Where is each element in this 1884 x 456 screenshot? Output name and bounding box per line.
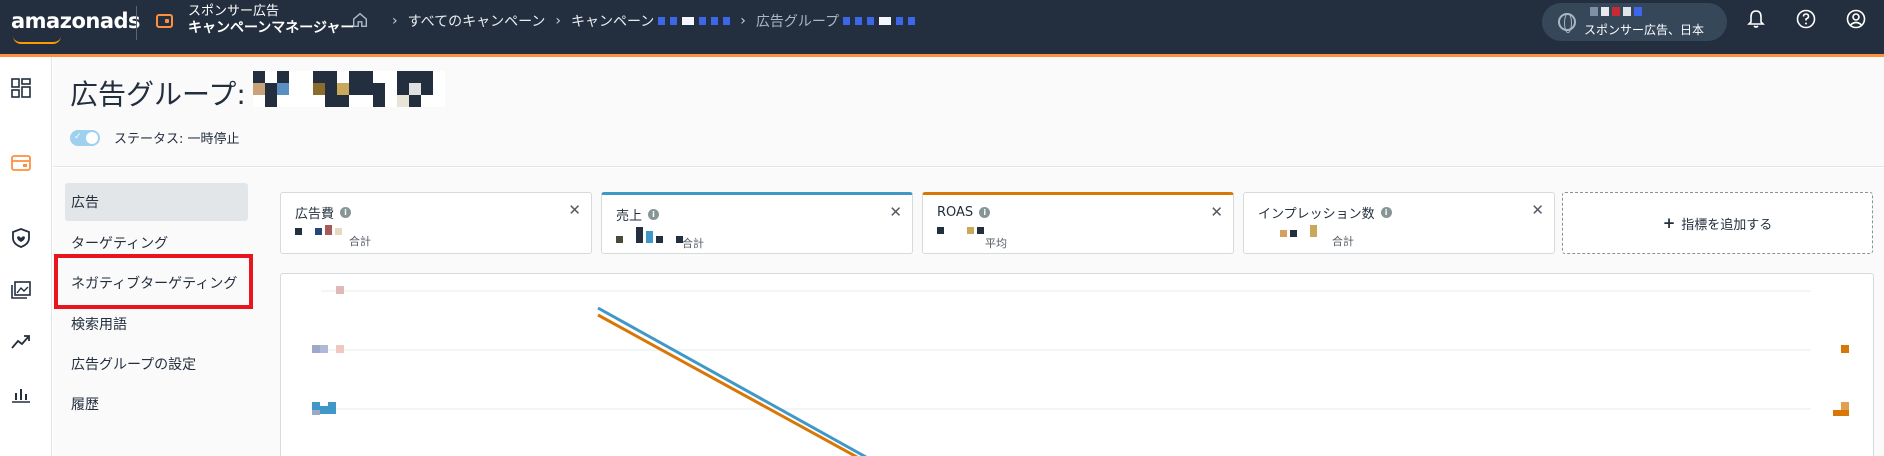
sales-series-line bbox=[597, 306, 867, 456]
amazon-ads-logo[interactable]: amazonads bbox=[11, 9, 141, 33]
check-icon: ✓ bbox=[74, 131, 82, 142]
redacted-y-tick bbox=[320, 345, 328, 353]
close-icon[interactable]: ✕ bbox=[1210, 203, 1223, 221]
top-navigation-bar: amazonads スポンサー広告 キャンペーンマネージャー › すべてのキャン… bbox=[0, 0, 1884, 54]
account-label: スポンサー広告、日本 bbox=[1584, 23, 1705, 37]
campaign-manager-icon bbox=[156, 14, 173, 28]
metric-card-impressions[interactable]: インプレッション数 i ✕ 合計 bbox=[1243, 192, 1555, 254]
subnav-item-ads[interactable]: 広告 bbox=[65, 183, 248, 221]
add-metric-button[interactable]: + 指標を追加する bbox=[1562, 192, 1873, 254]
redacted-ad-group-name bbox=[843, 17, 916, 25]
close-icon[interactable]: ✕ bbox=[1531, 201, 1544, 219]
info-icon[interactable]: i bbox=[979, 207, 991, 218]
logo-smile bbox=[13, 36, 61, 44]
info-icon[interactable]: i bbox=[1380, 207, 1392, 218]
redacted-y-tick bbox=[312, 345, 320, 353]
ad-group-subnav: 広告 ターゲティング ネガティブターゲティング 検索用語 広告グループの設定 履… bbox=[53, 168, 263, 456]
subnav-item-ad-group-settings[interactable]: 広告グループの設定 bbox=[65, 345, 248, 383]
metric-name: 広告費 i bbox=[295, 203, 352, 222]
breadcrumb-separator: › bbox=[392, 13, 398, 29]
info-icon[interactable]: i bbox=[648, 209, 660, 220]
breadcrumb-ad-group: 広告グループ bbox=[755, 14, 840, 30]
page-title: 広告グループ: bbox=[70, 78, 246, 111]
redacted-metric-value bbox=[616, 227, 683, 243]
breadcrumb-all-campaigns[interactable]: すべてのキャンペーン bbox=[408, 11, 546, 31]
topbar-divider bbox=[136, 6, 137, 40]
metric-card-ad-spend[interactable]: 広告費 i ✕ 合計 bbox=[280, 192, 592, 254]
metric-label: インプレッション数 bbox=[1258, 207, 1375, 222]
redacted-y-tick bbox=[336, 345, 344, 353]
add-metric-label: 指標を追加する bbox=[1681, 217, 1773, 233]
metric-label: 広告費 bbox=[295, 207, 335, 222]
redacted-y-tick bbox=[312, 410, 320, 415]
metric-card-roas[interactable]: ROAS i ✕ 平均 bbox=[922, 192, 1234, 254]
redacted-y2-tick bbox=[1841, 345, 1849, 353]
globe-icon bbox=[1558, 13, 1576, 33]
info-icon[interactable]: i bbox=[340, 207, 352, 218]
metric-aggregate: 合計 bbox=[349, 235, 371, 248]
breadcrumb-separator: › bbox=[740, 13, 746, 29]
metric-label: 売上 bbox=[616, 209, 643, 224]
dashboard-icon[interactable] bbox=[10, 77, 32, 99]
redacted-metric-value bbox=[1280, 225, 1317, 237]
status-label: ステータス: 一時停止 bbox=[114, 132, 240, 147]
breadcrumb-separator: › bbox=[555, 13, 561, 29]
campaign-icon[interactable] bbox=[10, 152, 32, 174]
bell-icon[interactable] bbox=[1745, 8, 1767, 30]
metric-name: 売上 i bbox=[616, 205, 660, 224]
redacted-y-tick bbox=[320, 406, 328, 414]
home-icon[interactable] bbox=[351, 11, 369, 29]
product-name-line1: スポンサー広告 bbox=[188, 4, 280, 19]
help-icon[interactable] bbox=[1795, 8, 1817, 30]
media-icon[interactable] bbox=[10, 279, 32, 301]
redacted-y-tick bbox=[328, 402, 336, 414]
page-header: 広告グループ: ✓ ステータス: 一時停止 bbox=[53, 57, 1884, 167]
metric-aggregate: 合計 bbox=[1332, 235, 1354, 248]
metric-name: インプレッション数 i bbox=[1258, 203, 1392, 222]
brand-shield-icon[interactable] bbox=[10, 227, 32, 249]
redacted-metric-value bbox=[937, 227, 984, 234]
plus-icon: + bbox=[1662, 214, 1676, 232]
bar-chart-icon[interactable] bbox=[10, 383, 32, 405]
metric-label: ROAS bbox=[937, 205, 974, 220]
subnav-item-search-terms[interactable]: 検索用語 bbox=[65, 305, 248, 343]
account-selector[interactable]: スポンサー広告、日本 bbox=[1542, 3, 1727, 41]
redacted-y2-tick bbox=[1833, 410, 1849, 416]
product-name[interactable]: スポンサー広告 キャンペーンマネージャー bbox=[188, 3, 354, 37]
redacted-ad-group-title bbox=[253, 71, 445, 107]
status-row: ✓ ステータス: 一時停止 bbox=[70, 128, 240, 147]
subnav-item-history[interactable]: 履歴 bbox=[65, 385, 248, 423]
redacted-y2-tick bbox=[1841, 402, 1849, 410]
breadcrumb: › すべてのキャンペーン › キャンペーン › 広告グループ bbox=[382, 11, 916, 31]
close-icon[interactable]: ✕ bbox=[568, 201, 581, 219]
metric-aggregate: 合計 bbox=[682, 237, 704, 250]
redacted-y-tick bbox=[336, 286, 344, 294]
close-icon[interactable]: ✕ bbox=[889, 203, 902, 221]
chart-svg bbox=[312, 286, 1849, 456]
metric-name: ROAS i bbox=[937, 205, 991, 220]
performance-chart bbox=[280, 273, 1874, 456]
account-icon[interactable] bbox=[1845, 8, 1867, 30]
redacted-campaign-name bbox=[658, 17, 731, 25]
annotation-highlight-box bbox=[54, 254, 253, 309]
redacted-metric-value bbox=[295, 225, 342, 235]
breadcrumb-campaign[interactable]: キャンペーン bbox=[571, 11, 654, 31]
metric-aggregate: 平均 bbox=[985, 237, 1007, 250]
left-rail bbox=[0, 57, 52, 456]
product-name-line2: キャンペーンマネージャー bbox=[188, 20, 355, 36]
trend-icon[interactable] bbox=[10, 331, 32, 353]
redacted-account-name bbox=[1590, 7, 1642, 16]
metric-card-sales[interactable]: 売上 i ✕ 合計 bbox=[601, 192, 913, 254]
redacted-y-tick bbox=[312, 402, 320, 410]
status-toggle[interactable]: ✓ bbox=[70, 129, 100, 146]
